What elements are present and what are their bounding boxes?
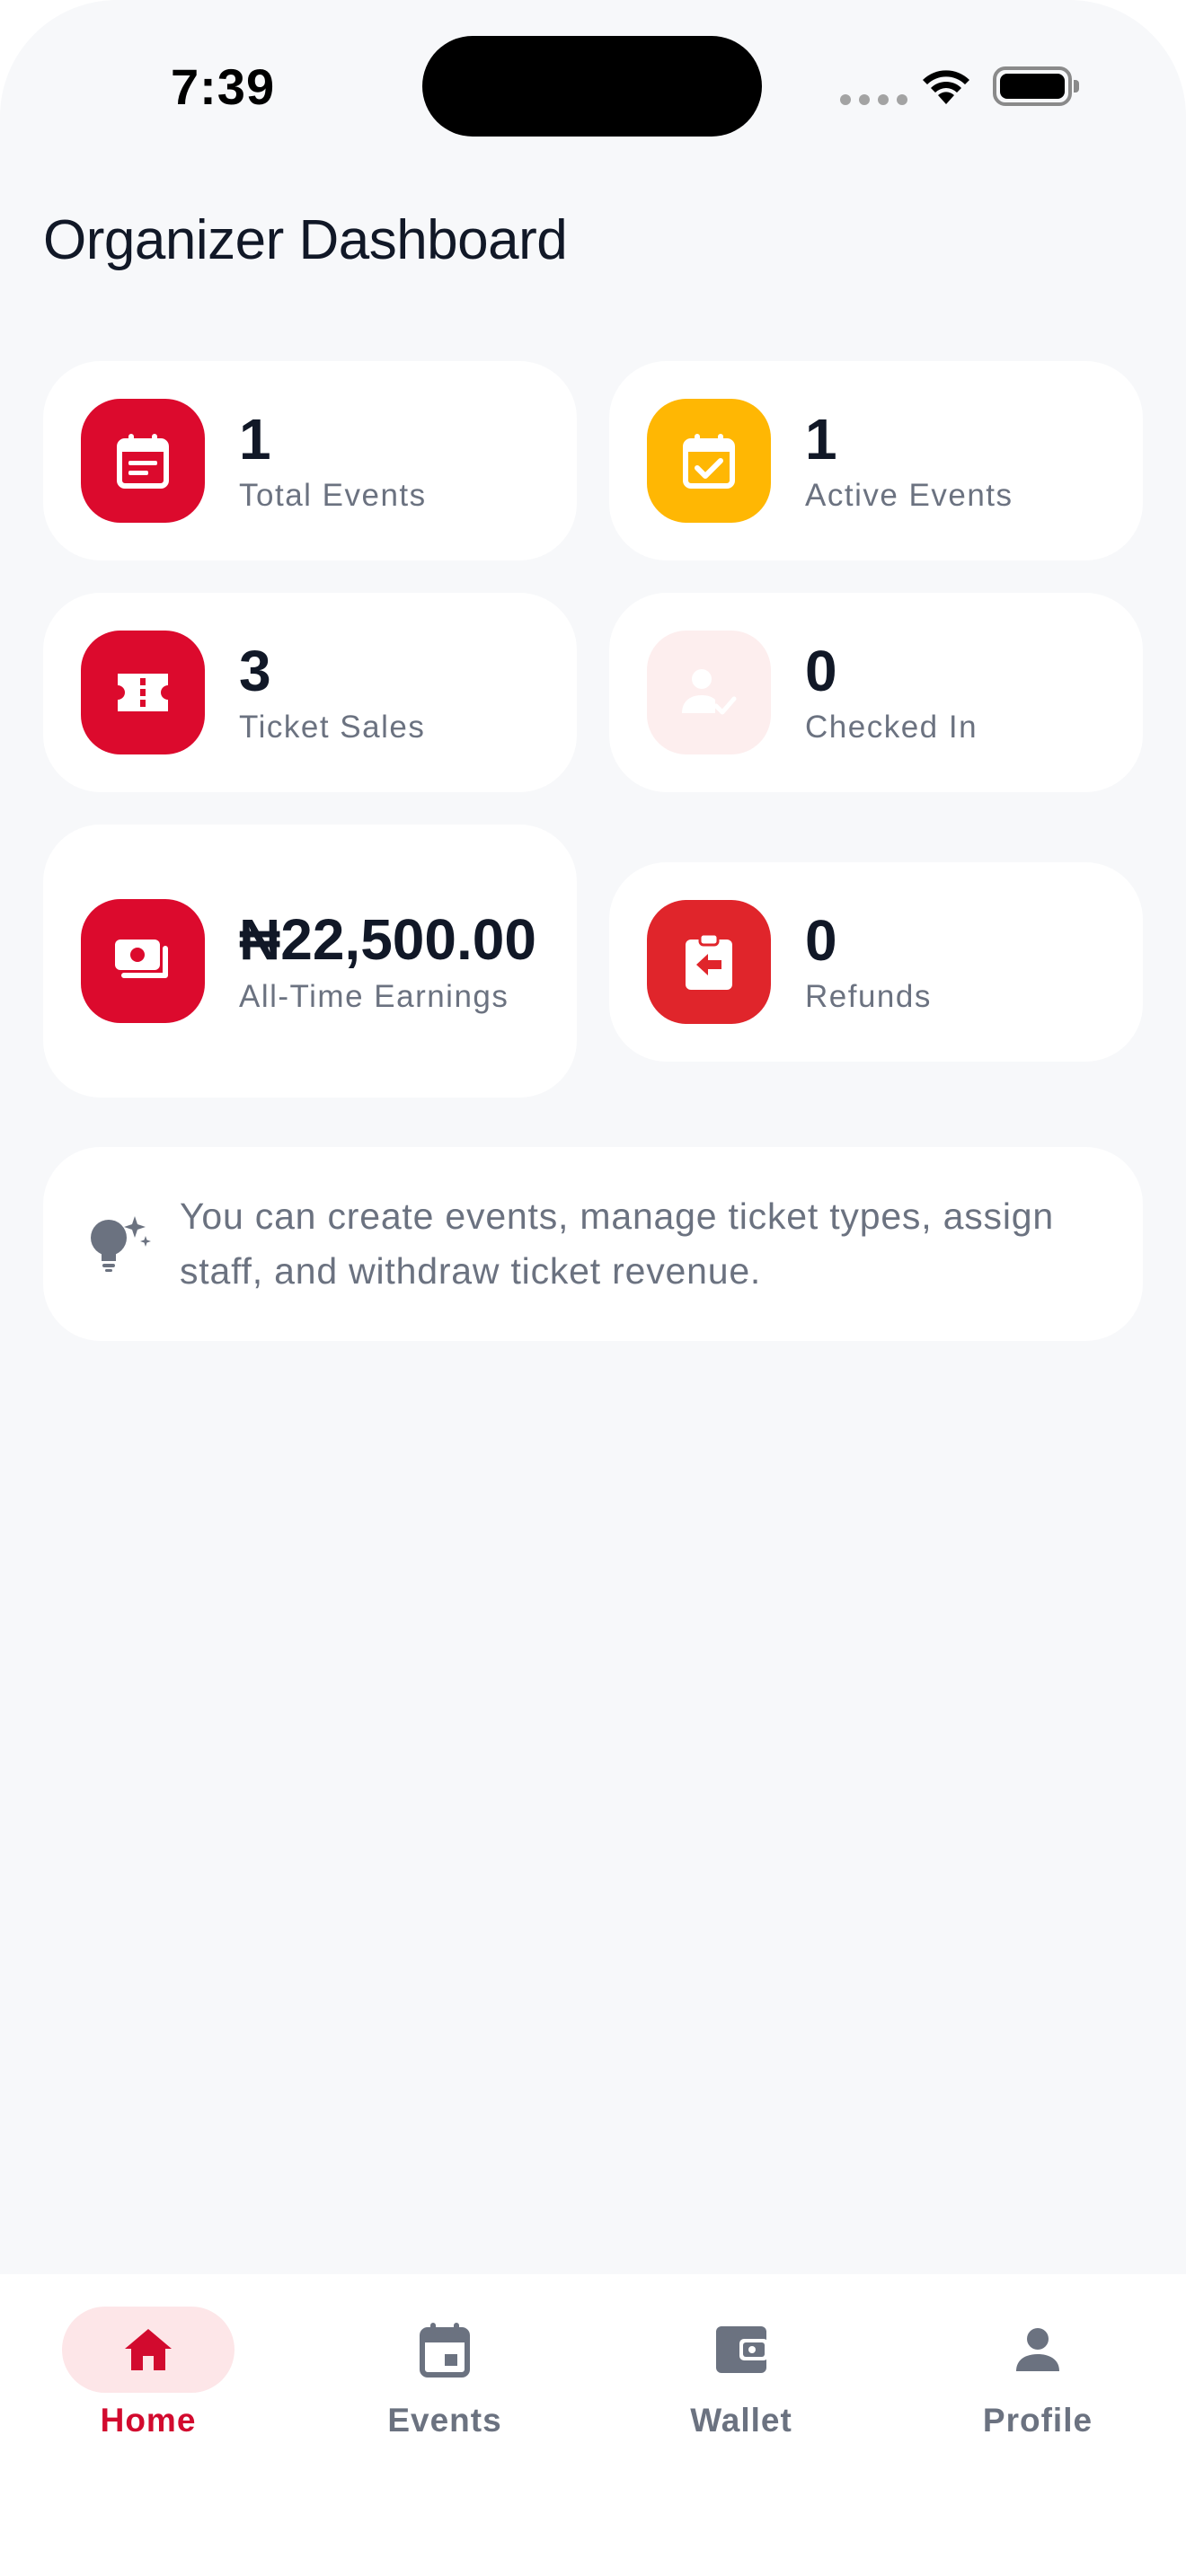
- ticket-sales-label: Ticket Sales: [239, 710, 426, 745]
- payments-icon: [81, 899, 205, 1023]
- event-available-icon: [647, 399, 771, 523]
- stat-card-ticket-sales[interactable]: 3 Ticket Sales: [43, 593, 577, 792]
- person-icon: [1016, 2328, 1059, 2371]
- status-time: 7:39: [171, 58, 276, 115]
- battery-icon: [993, 66, 1079, 106]
- stat-card-active-events[interactable]: 1 Active Events: [609, 361, 1143, 560]
- nav-home[interactable]: Home: [0, 2274, 296, 2472]
- nav-profile[interactable]: Profile: [890, 2274, 1186, 2472]
- wifi-icon: [923, 70, 969, 104]
- checked-in-label: Checked In: [805, 710, 978, 745]
- active-events-value: 1: [805, 407, 837, 472]
- person-check-icon: [647, 631, 771, 754]
- lightbulb-sparkle-icon: [91, 1216, 151, 1272]
- nav-wallet-label: Wallet: [690, 2402, 792, 2439]
- nav-home-indicator: [62, 2307, 235, 2393]
- page-title: Organizer Dashboard: [43, 209, 568, 271]
- bottom-navigation: Home Events Wallet Profile: [0, 2274, 1186, 2576]
- stat-card-earnings[interactable]: ₦22,500.00 All-Time Earnings: [43, 825, 577, 1098]
- nav-profile-label: Profile: [982, 2402, 1093, 2439]
- dynamic-island: [422, 36, 762, 137]
- nav-home-label: Home: [100, 2402, 197, 2439]
- refunds-label: Refunds: [805, 979, 932, 1014]
- ticket-sales-value: 3: [239, 639, 271, 703]
- cellular-signal-icon: [840, 94, 907, 105]
- stat-card-total-events[interactable]: 1 Total Events: [43, 361, 577, 560]
- app-screen: 7:39 Organizer Dashboard 1 Total Events: [0, 0, 1186, 2576]
- tip-card: You can create events, manage ticket typ…: [43, 1147, 1143, 1341]
- stat-card-checked-in[interactable]: 0 Checked In: [609, 593, 1143, 792]
- stat-card-refunds[interactable]: 0 Refunds: [609, 862, 1143, 1062]
- refunds-value: 0: [805, 908, 837, 973]
- assignment-return-icon: [647, 900, 771, 1024]
- active-events-label: Active Events: [805, 478, 1013, 513]
- earnings-label: All-Time Earnings: [239, 979, 509, 1014]
- checked-in-value: 0: [805, 639, 837, 703]
- event-note-icon: [81, 399, 205, 523]
- wallet-icon: [716, 2326, 768, 2373]
- nav-wallet[interactable]: Wallet: [593, 2274, 890, 2472]
- calendar-icon: [420, 2323, 470, 2378]
- total-events-value: 1: [239, 407, 271, 472]
- ticket-icon: [81, 631, 205, 754]
- nav-events-label: Events: [387, 2402, 502, 2439]
- nav-events[interactable]: Events: [296, 2274, 593, 2472]
- home-icon: [125, 2329, 172, 2370]
- earnings-value: ₦22,500.00: [239, 907, 536, 972]
- tip-text: You can create events, manage ticket typ…: [180, 1195, 1054, 1292]
- total-events-label: Total Events: [239, 478, 427, 513]
